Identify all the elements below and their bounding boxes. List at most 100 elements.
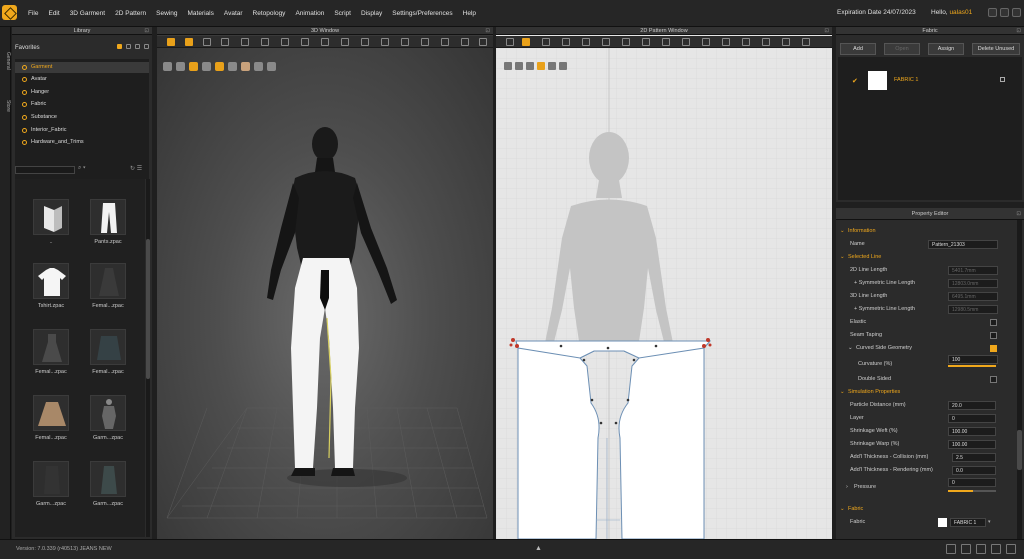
maximize-icon[interactable]	[1000, 8, 1009, 17]
pin-tool-icon[interactable]	[261, 38, 269, 46]
display-fabric-icon[interactable]	[215, 62, 224, 71]
thumbnail-pants[interactable]	[90, 199, 126, 235]
download-icon[interactable]	[126, 44, 131, 49]
thickness-collision-field[interactable]: 2.5	[952, 453, 996, 462]
seam-tool-icon[interactable]	[321, 38, 329, 46]
select-tool-icon[interactable]	[167, 38, 175, 46]
polygon-icon[interactable]	[562, 38, 570, 46]
thumbnail-female-4[interactable]	[33, 395, 69, 431]
open-fabric-button[interactable]: Open	[884, 43, 920, 55]
favorite-item-hanger[interactable]: Hanger	[15, 87, 149, 98]
thickness-rendering-field[interactable]: 0.0	[952, 466, 996, 475]
favorite-item-avatar[interactable]: Avatar	[15, 74, 149, 85]
chevron-down-icon[interactable]: ▾	[988, 519, 991, 525]
menu-settings[interactable]: Settings/Preferences	[392, 10, 452, 17]
display-pattern-icon[interactable]	[228, 62, 237, 71]
menu-script[interactable]: Script	[334, 10, 351, 17]
assign-fabric-button[interactable]: Assign	[928, 43, 964, 55]
display-hanger-icon[interactable]	[267, 62, 276, 71]
free-sewing-icon[interactable]	[682, 38, 690, 46]
layout-split-icon[interactable]	[976, 544, 986, 554]
annotation-icon[interactable]	[802, 38, 810, 46]
thumbnail-folder[interactable]	[33, 199, 69, 235]
favorite-item-fabric[interactable]: Fabric	[15, 99, 149, 110]
2d-viewport[interactable]	[496, 48, 832, 540]
pressure-field[interactable]: 0	[948, 478, 996, 487]
segment-sewing-icon[interactable]	[662, 38, 670, 46]
curvature-field[interactable]: 100	[948, 355, 998, 364]
show-sewing-icon[interactable]	[548, 62, 556, 70]
view-options-icon[interactable]: ↻ ☰	[130, 165, 142, 172]
dart-icon[interactable]	[642, 38, 650, 46]
show-texture-icon[interactable]	[515, 62, 523, 70]
display-garment-icon[interactable]	[189, 62, 198, 71]
add-fabric-button[interactable]: Add	[840, 43, 876, 55]
menu-avatar[interactable]: Avatar	[224, 10, 243, 17]
property-scrollbar[interactable]	[1017, 220, 1022, 539]
shrinkage-weft-field[interactable]: 100.00	[948, 427, 996, 436]
transform-pattern-icon[interactable]	[506, 38, 514, 46]
measure-tool-icon[interactable]	[301, 38, 309, 46]
display-texture-icon[interactable]	[176, 62, 185, 71]
fabric-options-icon[interactable]	[1000, 77, 1005, 82]
tack-tool-icon[interactable]	[281, 38, 289, 46]
menu-help[interactable]: Help	[463, 10, 476, 17]
pin-icon[interactable]: ⊡	[1016, 27, 1021, 35]
pin-icon[interactable]: ⊡	[1016, 208, 1021, 220]
menu-animation[interactable]: Animation	[295, 10, 324, 17]
circle-icon[interactable]	[582, 38, 590, 46]
menu-retopology[interactable]: Retopology	[253, 10, 286, 17]
thumbnail-female-2[interactable]	[33, 329, 69, 365]
tab-general[interactable]: General	[0, 41, 11, 81]
puckering-tool-icon[interactable]	[401, 38, 409, 46]
grading-icon[interactable]	[762, 38, 770, 46]
search-icon[interactable]: ⌕ ▾	[78, 165, 86, 172]
name-field[interactable]: Pattern_21303	[928, 240, 998, 249]
pressure-slider[interactable]	[948, 490, 996, 492]
measure-icon[interactable]	[782, 38, 790, 46]
close-icon[interactable]	[1012, 8, 1021, 17]
menu-3d-garment[interactable]: 3D Garment	[70, 10, 105, 17]
show-pattern-icon[interactable]	[504, 62, 512, 70]
internal-line-icon[interactable]	[722, 38, 730, 46]
display-skin-icon[interactable]	[241, 62, 250, 71]
display-avatar-icon[interactable]	[163, 62, 172, 71]
user-name[interactable]: ualas01	[949, 9, 972, 16]
particle-distance-field[interactable]: 20.0	[948, 401, 996, 410]
select-mesh-icon[interactable]	[203, 38, 211, 46]
show-avatar-icon[interactable]	[537, 62, 545, 70]
library-scrollbar[interactable]	[146, 179, 150, 537]
favorite-item-interior-fabric[interactable]: Interior_Fabric	[15, 125, 149, 136]
delete-unused-button[interactable]: Delete Unused	[972, 43, 1020, 55]
menu-sewing[interactable]: Sewing	[156, 10, 177, 17]
topstitch-tool-icon[interactable]	[381, 38, 389, 46]
elastic-checkbox[interactable]	[990, 319, 997, 326]
zipper-tool-icon[interactable]	[361, 38, 369, 46]
section-selected-line[interactable]: ⌄ Selected Line	[836, 251, 1016, 264]
curvature-slider[interactable]	[948, 365, 996, 367]
chevron-up-icon[interactable]: ▲	[535, 545, 542, 552]
edit-pattern-icon[interactable]	[522, 38, 530, 46]
thumbnail-garment-2[interactable]	[33, 461, 69, 497]
layout-fullscreen-icon[interactable]	[1006, 544, 1016, 554]
folder-icon[interactable]	[144, 44, 149, 49]
pin-icon[interactable]: ⊡	[144, 27, 149, 35]
app-logo-icon[interactable]	[2, 5, 17, 20]
avatar-figure[interactable]	[267, 127, 397, 476]
button-tool-icon[interactable]	[341, 38, 349, 46]
thumbnail-female-3[interactable]	[90, 329, 126, 365]
thumbnail-tshirt[interactable]	[33, 263, 69, 299]
add-icon[interactable]	[135, 44, 140, 49]
add-point-icon[interactable]	[602, 38, 610, 46]
pleat-icon[interactable]	[742, 38, 750, 46]
thumbnail-garment-3[interactable]	[90, 461, 126, 497]
layout-2d-icon[interactable]	[961, 544, 971, 554]
menu-2d-pattern[interactable]: 2D Pattern	[115, 10, 146, 17]
shrinkage-warp-field[interactable]: 100.00	[948, 440, 996, 449]
curved-side-checkbox[interactable]	[990, 345, 997, 352]
favorite-item-hardware[interactable]: Hardware_and_Trims	[15, 137, 149, 148]
texture-tool-icon[interactable]	[441, 38, 449, 46]
display-arrangement-icon[interactable]	[202, 62, 211, 71]
layout-3d-icon[interactable]	[946, 544, 956, 554]
more-tools-icon[interactable]	[479, 38, 487, 46]
